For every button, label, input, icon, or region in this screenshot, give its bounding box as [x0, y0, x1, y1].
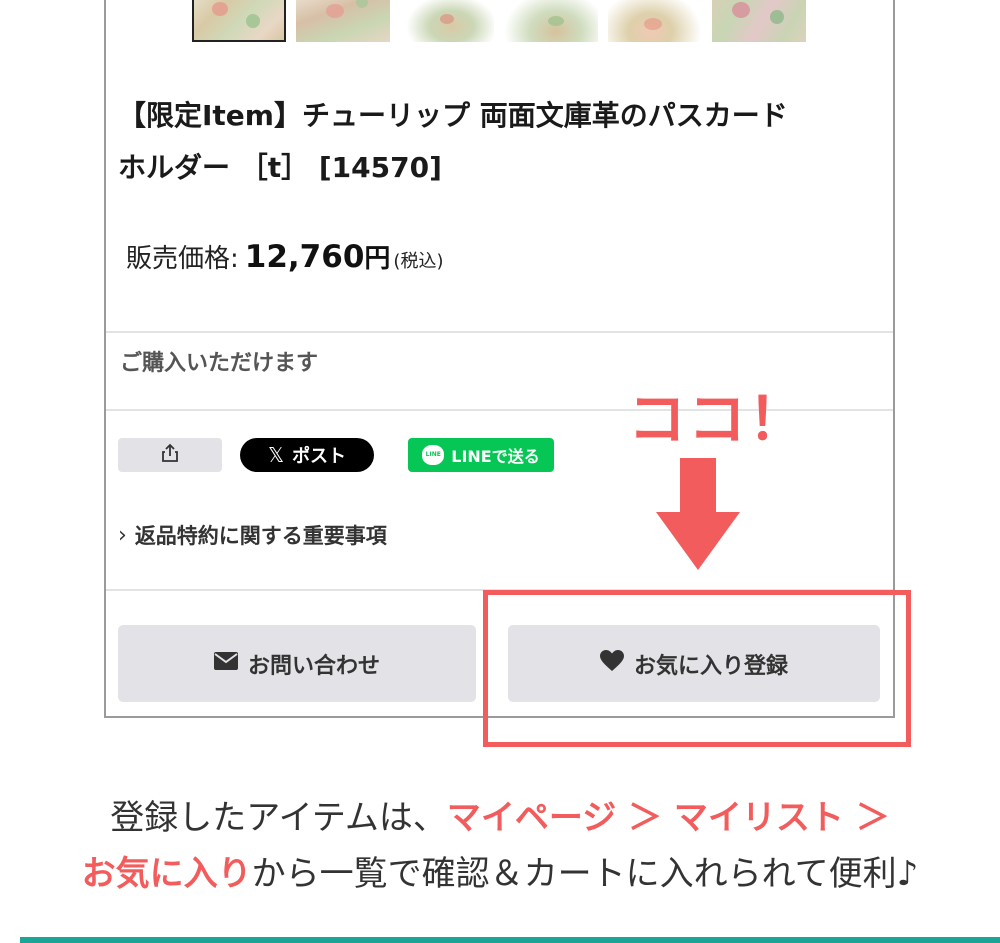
- price-row: 販売価格: 12,760 円 (税込): [126, 238, 443, 278]
- line-share-label: LINEで送る: [451, 447, 540, 466]
- highlight-box: [483, 590, 911, 747]
- x-post-label: ポスト: [292, 446, 347, 467]
- divider: [106, 331, 893, 333]
- caption-line-2: お気に入りから一覧で確認＆カートに入れられて便利♪: [0, 846, 1000, 895]
- product-title-line-2: ホルダー ［t］ [14570]: [118, 151, 442, 184]
- thumbnail-1[interactable]: [192, 0, 286, 42]
- price-value: 12,760: [244, 239, 365, 275]
- returns-policy-label: 返品特約に関する重要事項: [134, 524, 387, 548]
- x-logo-icon: 𝕏: [267, 443, 285, 467]
- line-logo-icon: LINE: [422, 445, 445, 465]
- returns-policy-link[interactable]: › 返品特約に関する重要事項: [118, 520, 387, 550]
- product-title-line-1: 【限定Item】チューリップ 両面文庫革のパスカード: [118, 99, 788, 132]
- thumbnail-6[interactable]: [712, 0, 806, 42]
- price-tax-note: (税込): [393, 251, 444, 272]
- thumbnail-2[interactable]: [296, 0, 390, 42]
- product-title: 【限定Item】チューリップ 両面文庫革のパスカード ホルダー ［t］ [145…: [118, 90, 878, 194]
- contact-button[interactable]: お問い合わせ: [118, 625, 476, 702]
- price-label: 販売価格:: [126, 244, 239, 274]
- availability-status: ご購入いただけます: [120, 351, 319, 376]
- thumbnail-3[interactable]: [400, 0, 494, 42]
- line-share-button[interactable]: LINE LINEで送る: [408, 438, 554, 472]
- share-button[interactable]: [118, 438, 222, 472]
- caption-text: から一覧で確認＆カートに入れられて便利♪: [251, 854, 919, 894]
- caption-highlight: マイページ ＞ マイリスト ＞: [446, 798, 890, 838]
- share-icon: [161, 443, 179, 467]
- caption-highlight: お気に入り: [81, 854, 252, 894]
- chevron-right-icon: ›: [118, 522, 127, 548]
- callout-arrow-shaft: [680, 458, 716, 514]
- thumbnail-5[interactable]: [608, 0, 702, 42]
- thumbnail-strip: [192, 0, 812, 42]
- caption-line-1: 登録したアイテムは、マイページ ＞ マイリスト ＞: [0, 790, 1000, 839]
- x-post-button[interactable]: 𝕏 ポスト: [240, 438, 374, 472]
- price-currency: 円: [364, 244, 391, 274]
- mail-icon: [213, 651, 238, 676]
- contact-label: お問い合わせ: [247, 653, 380, 679]
- caption-text: 登録したアイテムは、: [110, 798, 447, 838]
- callout-text: ココ！: [628, 385, 809, 453]
- thumbnail-4[interactable]: [504, 0, 598, 42]
- callout-arrow-down-icon: [656, 512, 740, 570]
- footer-divider: [20, 937, 1000, 943]
